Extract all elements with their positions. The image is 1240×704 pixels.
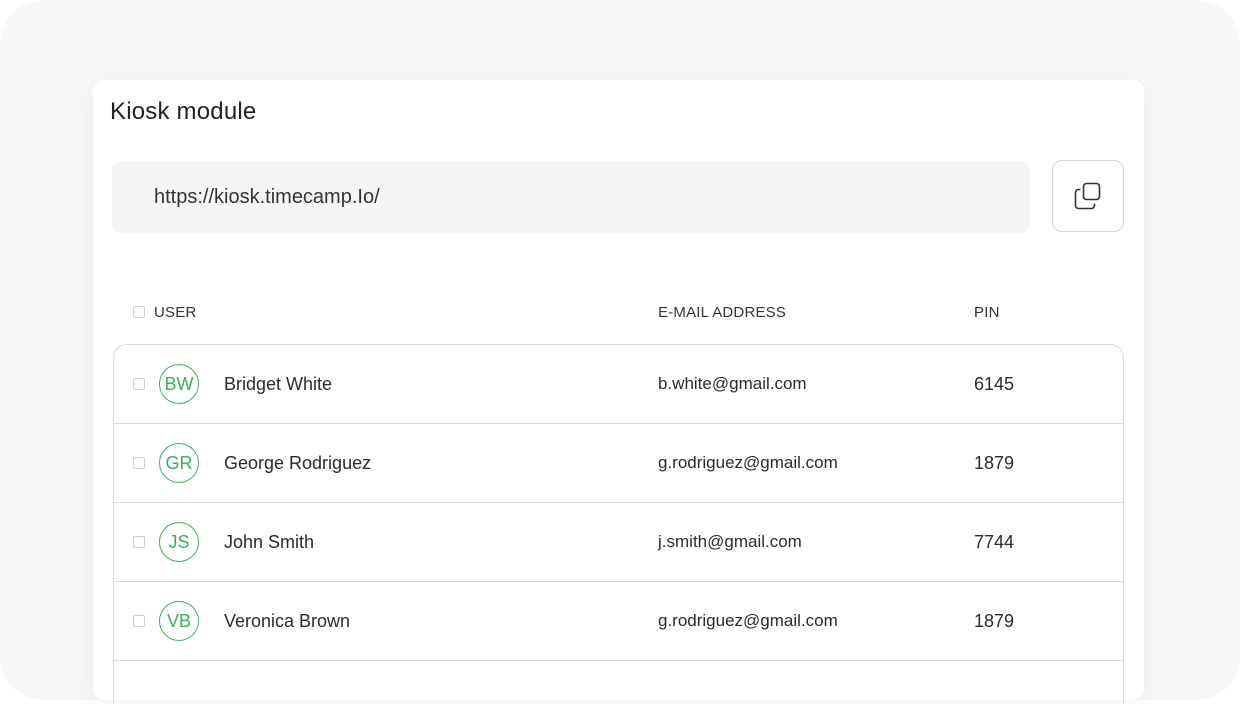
user-name: Veronica Brown	[224, 610, 351, 631]
avatar: BW	[159, 364, 199, 404]
user-pin: 1879	[974, 452, 1015, 473]
user-name: George Rodriguez	[224, 452, 372, 473]
table-row[interactable]: JS John Smith j.smith@gmail.com 7744	[114, 503, 1123, 582]
table-row[interactable]: GR George Rodriguez g.rodriguez@gmail.co…	[114, 424, 1123, 503]
users-table-header: USER E-MAIL ADDRESS PIN	[113, 302, 1124, 322]
user-name: Bridget White	[224, 373, 333, 394]
copy-url-button[interactable]	[1052, 160, 1124, 232]
avatar: GR	[159, 443, 199, 483]
avatar: JS	[159, 522, 199, 562]
table-row[interactable]: VB Veronica Brown g.rodriguez@gmail.com …	[114, 582, 1123, 661]
user-pin: 6145	[974, 373, 1015, 394]
user-pin: 7744	[974, 531, 1015, 552]
select-all-checkbox[interactable]	[133, 306, 145, 318]
header-user-label: USER	[154, 303, 197, 321]
avatar: VB	[159, 601, 199, 641]
header-email-column: E-MAIL ADDRESS	[658, 302, 786, 322]
copy-icon	[1074, 182, 1101, 210]
table-row[interactable]: BW Bridget White b.white@gmail.com 6145	[114, 345, 1123, 424]
row-checkbox[interactable]	[133, 457, 145, 469]
card-title: Kiosk module	[110, 98, 257, 125]
header-email-label: E-MAIL ADDRESS	[658, 303, 787, 321]
header-user-column: USER	[133, 302, 196, 322]
user-name: John Smith	[224, 531, 315, 552]
row-checkbox[interactable]	[133, 615, 145, 627]
kiosk-url-field[interactable]	[112, 161, 1030, 233]
user-email: g.rodriguez@gmail.com	[658, 611, 838, 630]
users-table-body: BW Bridget White b.white@gmail.com 6145 …	[113, 344, 1124, 704]
user-email: g.rodriguez@gmail.com	[658, 453, 838, 472]
header-pin-column: PIN	[974, 302, 1000, 322]
user-email: b.white@gmail.com	[658, 374, 807, 393]
row-checkbox[interactable]	[133, 536, 145, 548]
user-pin: 1879	[974, 610, 1015, 631]
kiosk-url-input[interactable]	[154, 185, 1030, 209]
row-checkbox[interactable]	[133, 378, 145, 390]
kiosk-module-card: Kiosk module USER E-MAIL ADDRESS PIN BW …	[93, 80, 1144, 704]
header-pin-label: PIN	[974, 303, 1000, 321]
user-email: j.smith@gmail.com	[658, 532, 802, 551]
